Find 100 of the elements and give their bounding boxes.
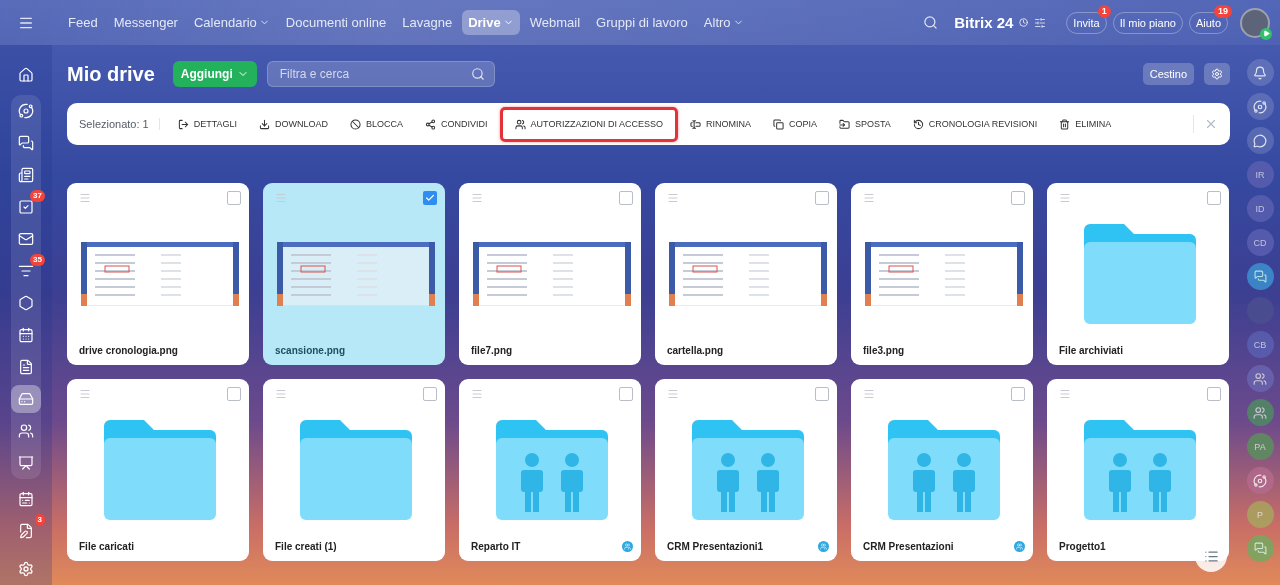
drag-handle-icon[interactable] [79, 388, 91, 400]
toolbar-action-button[interactable]: BLOCCA [340, 109, 414, 139]
chat-avatar[interactable] [1246, 263, 1274, 290]
file-name: scansione.png [275, 344, 345, 356]
checkbox[interactable] [619, 191, 633, 205]
sidebar-icon [18, 167, 34, 183]
toolbar-action-button[interactable]: AUTORIZZAZIONI DI ACCESSO [499, 106, 678, 142]
action-icon [259, 118, 271, 130]
contact-avatar[interactable]: CB [1246, 331, 1274, 358]
checkbox[interactable] [1011, 387, 1025, 401]
sidebar-icon [1253, 133, 1267, 148]
check-icon [425, 193, 435, 203]
sidebar-icon [18, 231, 34, 247]
drag-handle-icon[interactable] [471, 388, 483, 400]
sidebar-nav-item[interactable] [11, 385, 41, 413]
chat-avatar[interactable] [1246, 535, 1274, 562]
drag-handle-icon[interactable] [79, 192, 91, 204]
nav-tab[interactable]: Documenti online [279, 10, 393, 35]
drag-handle-icon[interactable] [667, 388, 679, 400]
action-icon [177, 118, 189, 130]
count-badge: 35 [30, 254, 45, 266]
group-avatar[interactable] [1246, 399, 1274, 426]
close-button[interactable] [1193, 115, 1218, 133]
search-icon[interactable] [923, 15, 939, 30]
nav-tab[interactable]: Altro [697, 10, 750, 35]
nav-tab[interactable]: Gruppi di lavoro [590, 10, 694, 35]
file-card[interactable]: CRM Presentazioni1 [655, 379, 837, 561]
count-badge: 3 [34, 514, 45, 526]
file-card[interactable]: file3.png [851, 183, 1033, 365]
drag-handle-icon[interactable] [1059, 192, 1071, 204]
checkbox[interactable] [423, 387, 437, 401]
checkbox[interactable] [227, 387, 241, 401]
nav-tab[interactable]: Feed [62, 10, 104, 35]
nav-tab[interactable]: Calendario [187, 10, 276, 35]
nav-tab[interactable]: Lavagne [396, 10, 459, 35]
sidebar-icon [1253, 473, 1267, 488]
sidebar-icon [1253, 99, 1267, 114]
chat-icon [1253, 270, 1267, 283]
nav-tab[interactable]: Webmail [523, 10, 587, 35]
toolbar-action-button[interactable]: DOWNLOAD [249, 109, 339, 139]
checkbox[interactable] [815, 191, 829, 205]
checkbox[interactable] [619, 387, 633, 401]
count-badge: 19 [1214, 4, 1232, 18]
sliders-icon[interactable] [1034, 16, 1047, 29]
contact-avatar[interactable]: ID [1246, 195, 1274, 222]
add-button[interactable]: Aggiungi [172, 61, 257, 87]
action-icon [1059, 118, 1071, 130]
toolbar-action-button[interactable]: DETTAGLI [167, 109, 248, 139]
file-card[interactable]: CRM Presentazioni [851, 379, 1033, 561]
nav-tab[interactable]: Messenger [107, 10, 184, 35]
checkbox[interactable] [815, 387, 829, 401]
people-icon [1253, 405, 1267, 420]
group-avatar[interactable] [1246, 365, 1274, 392]
drag-handle-icon[interactable] [275, 192, 287, 204]
selection-count: Selezionato: 1 [79, 118, 160, 130]
clock-icon [1019, 18, 1029, 27]
toolbar-action-button[interactable]: COPIA [762, 109, 827, 139]
contact-avatar[interactable]: PA [1246, 433, 1274, 460]
toolbar-action-button[interactable]: SPOSTA [829, 109, 901, 139]
file-name: CRM Presentazioni1 [667, 540, 764, 552]
checkbox[interactable] [1207, 387, 1221, 401]
file-card[interactable]: cartella.png [655, 183, 837, 365]
checkbox[interactable] [227, 191, 241, 205]
drag-handle-icon[interactable] [275, 388, 287, 400]
settings-button[interactable] [1204, 63, 1230, 85]
drag-handle-icon[interactable] [1059, 388, 1071, 400]
toolbar-action-button[interactable]: CRONOLOGIA REVISIONI [902, 109, 1048, 139]
drag-handle-icon[interactable] [863, 388, 875, 400]
sidebar-icon-button[interactable] [1246, 59, 1274, 86]
sidebar-icon-button[interactable] [1246, 127, 1274, 154]
drag-handle-icon[interactable] [667, 192, 679, 204]
file-name: cartella.png [667, 344, 724, 356]
drag-handle-icon[interactable] [863, 192, 875, 204]
contact-avatar[interactable]: IR [1246, 161, 1274, 188]
file-card[interactable]: File archiviati [1047, 183, 1229, 365]
toolbar-action-button[interactable]: CONDIVIDI [415, 109, 498, 139]
checkbox[interactable] [1011, 191, 1025, 205]
file-card[interactable]: file7.png [459, 183, 641, 365]
checkbox[interactable] [1207, 191, 1221, 205]
settings-icon [1211, 68, 1223, 80]
file-name: file7.png [471, 344, 513, 356]
toolbar-action-button[interactable]: RINOMINA [679, 109, 761, 139]
file-card[interactable]: scansione.png [263, 183, 445, 365]
file-card[interactable]: File caricati [67, 379, 249, 561]
user-avatar[interactable] [1240, 7, 1270, 38]
file-card[interactable]: Reparto IT [459, 379, 641, 561]
sidebar-icon [18, 423, 34, 439]
file-card[interactable]: File creati (1) [263, 379, 445, 561]
file-card[interactable]: drive cronologia.png [67, 183, 249, 365]
checkbox[interactable] [423, 191, 437, 205]
file-card[interactable]: Progetto1 [1047, 379, 1229, 561]
trash-button[interactable]: Cestino [1142, 63, 1194, 85]
sidebar-icon [18, 135, 34, 151]
contact-avatar[interactable]: CD [1246, 229, 1274, 256]
list-icon [1203, 548, 1219, 564]
sidebar-icon-button[interactable] [1246, 93, 1274, 120]
settings-icon[interactable] [18, 561, 34, 577]
drag-handle-icon[interactable] [471, 192, 483, 204]
toolbar-action-button[interactable]: ELIMINA [1049, 109, 1122, 139]
sidebar-icon-button[interactable] [1246, 467, 1274, 494]
